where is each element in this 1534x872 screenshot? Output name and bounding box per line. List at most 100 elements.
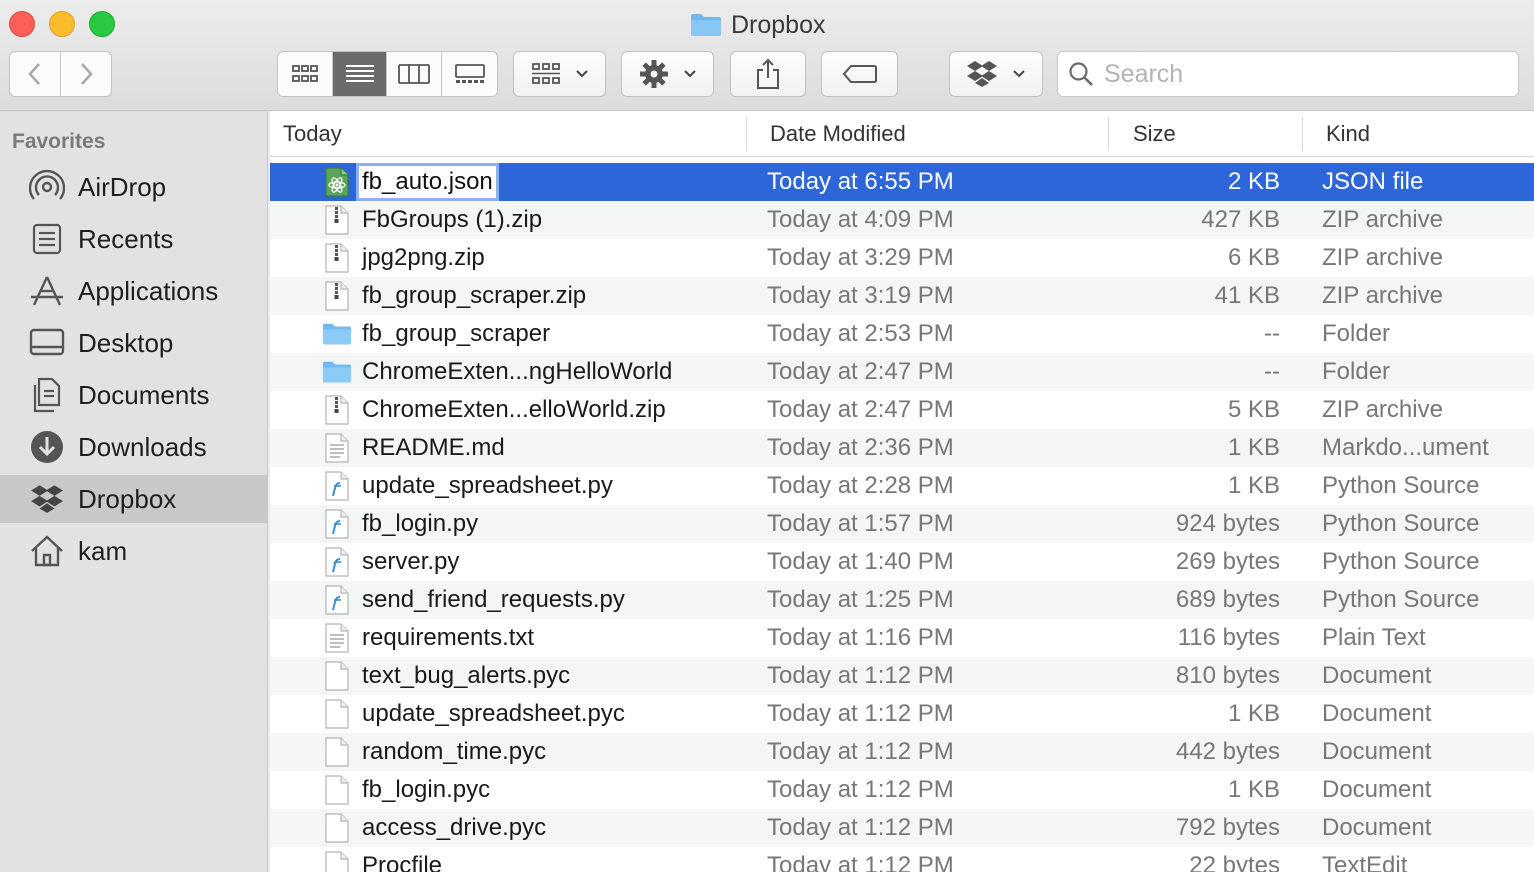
file-row[interactable]: text_bug_alerts.pyc Today at 1:12 PM 810 b… (270, 657, 1534, 695)
file-date-modified: Today at 1:25 PM (767, 586, 954, 613)
file-kind: Document (1322, 814, 1432, 841)
file-row[interactable]: jpg2png.zip Today at 3:29 PM 6 KB ZIP archi… (270, 239, 1534, 277)
gallery-view-button[interactable] (442, 52, 497, 96)
file-row[interactable]: fb_login.pyc Today at 1:12 PM 1 KB Document (270, 771, 1534, 809)
file-row[interactable]: ChromeExten...elloWorld.zip Today at 2:47… (270, 391, 1534, 429)
sidebar-item-recents[interactable]: Recents (0, 215, 268, 263)
column-view-button[interactable] (387, 52, 442, 96)
file-name: access_drive.pyc (362, 814, 547, 841)
file-icon-cell (322, 277, 352, 315)
file-icon-cell (322, 695, 352, 733)
file-name: fb_login.py (362, 510, 479, 537)
zip-file-icon (325, 281, 349, 311)
file-date-modified: Today at 3:19 PM (767, 282, 954, 309)
file-row[interactable]: fb_login.py Today at 1:57 PM 924 bytes Pyth… (270, 505, 1534, 543)
downloads-icon (28, 428, 66, 466)
file-row[interactable]: FbGroups (1).zip Today at 4:09 PM 427 KB ZI… (270, 201, 1534, 239)
zoom-window-button[interactable] (89, 11, 115, 37)
chevron-right-icon (80, 63, 93, 85)
file-icon-cell (322, 809, 352, 847)
folder-icon (691, 14, 721, 36)
file-date-modified: Today at 1:57 PM (767, 510, 954, 537)
file-name: FbGroups (1).zip (362, 206, 543, 233)
search-input[interactable] (1104, 59, 1484, 89)
zip-file-icon (325, 395, 349, 425)
file-row[interactable]: fb_group_scraper.zip Today at 3:19 PM 41 K… (270, 277, 1534, 315)
column-header-kind[interactable]: Kind (1326, 111, 1370, 157)
file-icon-cell (322, 429, 352, 467)
sidebar-item-kam[interactable]: kam (0, 527, 268, 575)
column-header-size[interactable]: Size (1133, 111, 1176, 157)
dropbox-menu-button[interactable] (949, 51, 1043, 97)
sidebar-item-dropbox[interactable]: Dropbox (0, 475, 268, 523)
column-header-name[interactable]: Today (283, 111, 342, 157)
sidebar-item-label: AirDrop (78, 171, 167, 202)
file-list: Today Date Modified Size Kind fb_auto.js… (270, 111, 1534, 872)
file-row[interactable]: fb_auto.json Today at 6:55 PM 2 KB JSON fil… (270, 163, 1534, 201)
window-title: Dropbox (690, 8, 826, 42)
file-date-modified: Today at 4:09 PM (767, 206, 954, 233)
file-kind: ZIP archive (1322, 282, 1443, 309)
search-field[interactable] (1057, 51, 1519, 97)
column-header: Today Date Modified Size Kind (270, 111, 1534, 157)
group-by-icon (531, 63, 560, 84)
action-menu-button[interactable] (621, 51, 714, 97)
file-row[interactable]: send_friend_requests.py Today at 1:25 PM 6… (270, 581, 1534, 619)
file-name: random_time.pyc (362, 738, 547, 765)
share-button[interactable] (730, 51, 806, 97)
file-row[interactable]: access_drive.pyc Today at 1:12 PM 792 byte… (270, 809, 1534, 847)
file-kind: Folder (1322, 358, 1391, 385)
file-date-modified: Today at 1:16 PM (767, 624, 954, 651)
file-icon-cell (322, 581, 352, 619)
list-view-icon (345, 65, 374, 82)
sidebar-item-airdrop[interactable]: AirDrop (0, 163, 268, 211)
file-size: 22 bytes (1189, 852, 1280, 872)
blank-file-icon (325, 851, 349, 872)
file-row[interactable]: server.py Today at 1:40 PM 269 bytes Python… (270, 543, 1534, 581)
file-row[interactable]: random_time.pyc Today at 1:12 PM 442 bytes… (270, 733, 1534, 771)
gallery-view-icon (454, 64, 485, 83)
gear-icon (639, 60, 668, 88)
list-view-button[interactable] (333, 52, 387, 96)
minimize-window-button[interactable] (49, 11, 75, 37)
file-icon-cell (322, 201, 352, 239)
documents-icon (28, 376, 66, 414)
file-kind: Plain Text (1322, 624, 1426, 651)
file-size: 427 KB (1201, 206, 1280, 233)
file-name: text_bug_alerts.pyc (362, 662, 571, 689)
forward-button[interactable] (61, 52, 112, 96)
file-row[interactable]: requirements.txt Today at 1:16 PM 116 byte… (270, 619, 1534, 657)
sidebar-item-label: Applications (78, 275, 219, 306)
sidebar-item-label: Dropbox (78, 483, 177, 514)
file-row[interactable]: fb_group_scraper Today at 2:53 PM -- Folder (270, 315, 1534, 353)
file-kind: Python Source (1322, 586, 1480, 613)
sidebar-item-applications[interactable]: Applications (0, 267, 268, 315)
file-row[interactable]: update_spreadsheet.py Today at 2:28 PM 1 K… (270, 467, 1534, 505)
file-name: fb_group_scraper (362, 320, 551, 347)
sidebar-item-downloads[interactable]: Downloads (0, 423, 268, 471)
file-date-modified: Today at 2:47 PM (767, 396, 954, 423)
sidebar-item-desktop[interactable]: Desktop (0, 319, 268, 367)
tag-button[interactable] (821, 51, 898, 97)
recents-icon (28, 220, 66, 258)
column-header-date[interactable]: Date Modified (770, 111, 906, 157)
file-date-modified: Today at 2:53 PM (767, 320, 954, 347)
file-row[interactable]: update_spreadsheet.pyc Today at 1:12 PM 1 … (270, 695, 1534, 733)
file-icon-cell (322, 163, 352, 201)
file-kind: Document (1322, 662, 1432, 689)
file-icon-cell (322, 391, 352, 429)
close-window-button[interactable] (9, 11, 35, 37)
group-by-button[interactable] (513, 51, 606, 97)
file-kind: TextEdit (1322, 852, 1408, 872)
file-row[interactable]: Procfile Today at 1:12 PM 22 bytes TextEdit (270, 847, 1534, 872)
file-name: fb_group_scraper.zip (362, 282, 587, 309)
json-file-icon (325, 167, 349, 197)
back-button[interactable] (10, 52, 61, 96)
file-date-modified: Today at 2:28 PM (767, 472, 954, 499)
file-row[interactable]: README.md Today at 2:36 PM 1 KB Markdo...um… (270, 429, 1534, 467)
file-row[interactable]: ChromeExten...ngHelloWorld Today at 2:47 … (270, 353, 1534, 391)
icon-view-button[interactable] (278, 52, 333, 96)
file-name: server.py (362, 548, 460, 575)
sidebar-item-documents[interactable]: Documents (0, 371, 268, 419)
file-icon-cell (322, 353, 352, 391)
